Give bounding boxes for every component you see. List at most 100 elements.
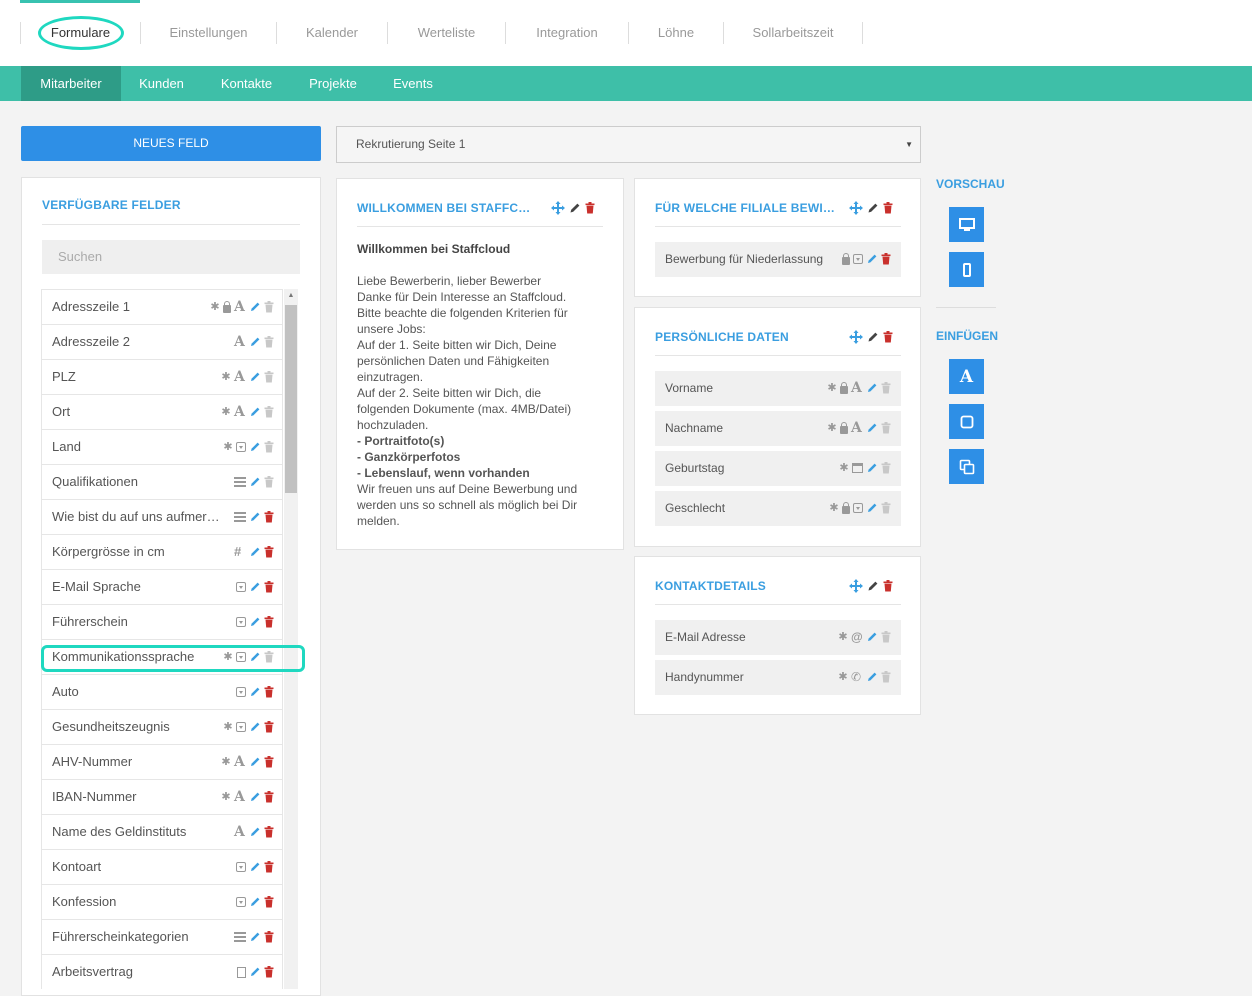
trash-icon[interactable] — [881, 253, 891, 265]
field-list-item[interactable]: Auto — [41, 674, 283, 709]
pencil-icon[interactable] — [249, 581, 261, 593]
form-field-row[interactable]: Nachname ✱ A — [655, 411, 901, 446]
edit-icon[interactable] — [867, 331, 879, 343]
field-list-item[interactable]: IBAN-Nummer ✱ A — [41, 779, 283, 814]
pencil-icon[interactable] — [249, 721, 261, 733]
move-icon[interactable] — [849, 201, 863, 215]
pencil-icon[interactable] — [249, 546, 261, 558]
field-list-item[interactable]: PLZ ✱ A — [41, 359, 283, 394]
pencil-icon[interactable] — [249, 861, 261, 873]
form-field-row[interactable]: Geschlecht ✱ — [655, 491, 901, 526]
field-list-item[interactable]: Name des Geldinstituts A — [41, 814, 283, 849]
dropdown-type-icon — [236, 722, 246, 732]
form-field-row[interactable]: Vorname ✱ A — [655, 371, 901, 406]
pencil-icon[interactable] — [866, 502, 878, 514]
trash-icon[interactable] — [264, 756, 274, 768]
edit-icon[interactable] — [867, 580, 879, 592]
pencil-icon[interactable] — [249, 756, 261, 768]
insert-text-button[interactable]: A — [949, 359, 984, 394]
edit-icon[interactable] — [569, 202, 581, 214]
tab-loehne[interactable]: Löhne — [629, 22, 724, 44]
trash-icon[interactable] — [264, 616, 274, 628]
tab-werteliste[interactable]: Werteliste — [388, 22, 506, 44]
field-list-item[interactable]: Adresszeile 2 A — [41, 324, 283, 359]
field-list-item[interactable]: Gesundheitszeugnis ✱ — [41, 709, 283, 744]
trash-icon[interactable] — [264, 721, 274, 733]
scrollbar-thumb[interactable] — [285, 305, 297, 493]
trash-icon[interactable] — [264, 791, 274, 803]
subtab-projekte[interactable]: Projekte — [291, 66, 375, 101]
pencil-icon[interactable] — [249, 441, 261, 453]
desktop-preview-button[interactable] — [949, 207, 984, 242]
pencil-icon[interactable] — [866, 253, 878, 265]
move-icon[interactable] — [551, 201, 565, 215]
pencil-icon[interactable] — [249, 336, 261, 348]
pencil-icon[interactable] — [866, 462, 878, 474]
subtab-mitarbeiter[interactable]: Mitarbeiter — [21, 66, 121, 101]
trash-icon[interactable] — [585, 202, 595, 214]
field-list-item[interactable]: Adresszeile 1 ✱ A — [41, 289, 283, 324]
field-list-item[interactable]: Land ✱ — [41, 429, 283, 464]
pencil-icon[interactable] — [249, 931, 261, 943]
edit-icon[interactable] — [867, 202, 879, 214]
subtab-kunden[interactable]: Kunden — [121, 66, 202, 101]
subtab-kontakte[interactable]: Kontakte — [202, 66, 291, 101]
pencil-icon[interactable] — [866, 631, 878, 643]
pencil-icon[interactable] — [866, 671, 878, 683]
form-field-row[interactable]: Handynummer ✱ ✆ — [655, 660, 901, 695]
trash-icon[interactable] — [883, 202, 893, 214]
pencil-icon[interactable] — [249, 686, 261, 698]
search-input[interactable]: Suchen — [42, 240, 300, 274]
trash-icon[interactable] — [264, 896, 274, 908]
pencil-icon[interactable] — [249, 826, 261, 838]
field-list-item[interactable]: E-Mail Sprache — [41, 569, 283, 604]
trash-icon[interactable] — [264, 931, 274, 943]
field-list-item[interactable]: Führerscheinkategorien — [41, 919, 283, 954]
field-list-item[interactable]: AHV-Nummer ✱ A — [41, 744, 283, 779]
field-list-item[interactable]: Qualifikationen — [41, 464, 283, 499]
mobile-preview-button[interactable] — [949, 252, 984, 287]
field-list-item[interactable]: Arbeitsvertrag — [41, 954, 283, 989]
move-icon[interactable] — [849, 330, 863, 344]
field-list-item[interactable]: Ort ✱ A — [41, 394, 283, 429]
scroll-up-icon[interactable]: ▲ — [284, 289, 298, 303]
form-field-row[interactable]: E-Mail Adresse ✱ @ — [655, 620, 901, 655]
insert-copy-button[interactable] — [949, 449, 984, 484]
tab-integration[interactable]: Integration — [506, 22, 629, 44]
pencil-icon[interactable] — [249, 371, 261, 383]
pencil-icon[interactable] — [249, 791, 261, 803]
new-field-button[interactable]: NEUES FELD — [21, 126, 321, 161]
trash-icon[interactable] — [264, 826, 274, 838]
move-icon[interactable] — [849, 579, 863, 593]
trash-icon[interactable] — [264, 546, 274, 558]
trash-icon[interactable] — [883, 331, 893, 343]
pencil-icon[interactable] — [249, 406, 261, 418]
field-list-item[interactable]: Konfession — [41, 884, 283, 919]
pencil-icon[interactable] — [249, 616, 261, 628]
form-field-row[interactable]: Geburtstag ✱ — [655, 451, 901, 486]
tab-sollarbeitszeit[interactable]: Sollarbeitszeit — [724, 22, 863, 44]
trash-icon[interactable] — [264, 966, 274, 978]
pencil-icon[interactable] — [249, 301, 261, 313]
pencil-icon[interactable] — [866, 382, 878, 394]
subtab-events[interactable]: Events — [375, 66, 451, 101]
pencil-icon[interactable] — [249, 896, 261, 908]
field-list-item[interactable]: Führerschein — [41, 604, 283, 639]
field-list-item[interactable]: Kontoart — [41, 849, 283, 884]
page-select[interactable]: Rekrutierung Seite 1 ▼ — [336, 126, 921, 163]
trash-icon[interactable] — [264, 581, 274, 593]
pencil-icon[interactable] — [249, 966, 261, 978]
trash-icon[interactable] — [883, 580, 893, 592]
trash-icon[interactable] — [264, 861, 274, 873]
tab-kalender[interactable]: Kalender — [277, 22, 388, 44]
field-list-item[interactable]: Wie bist du auf uns aufmerksam geworden — [41, 499, 283, 534]
field-list-item[interactable]: Körpergrösse in cm # — [41, 534, 283, 569]
insert-box-button[interactable] — [949, 404, 984, 439]
tab-einstellungen[interactable]: Einstellungen — [141, 22, 277, 44]
pencil-icon[interactable] — [866, 422, 878, 434]
trash-icon[interactable] — [264, 511, 274, 523]
form-field-row[interactable]: Bewerbung für Niederlassung — [655, 242, 901, 277]
pencil-icon[interactable] — [249, 511, 261, 523]
trash-icon[interactable] — [264, 686, 274, 698]
pencil-icon[interactable] — [249, 476, 261, 488]
